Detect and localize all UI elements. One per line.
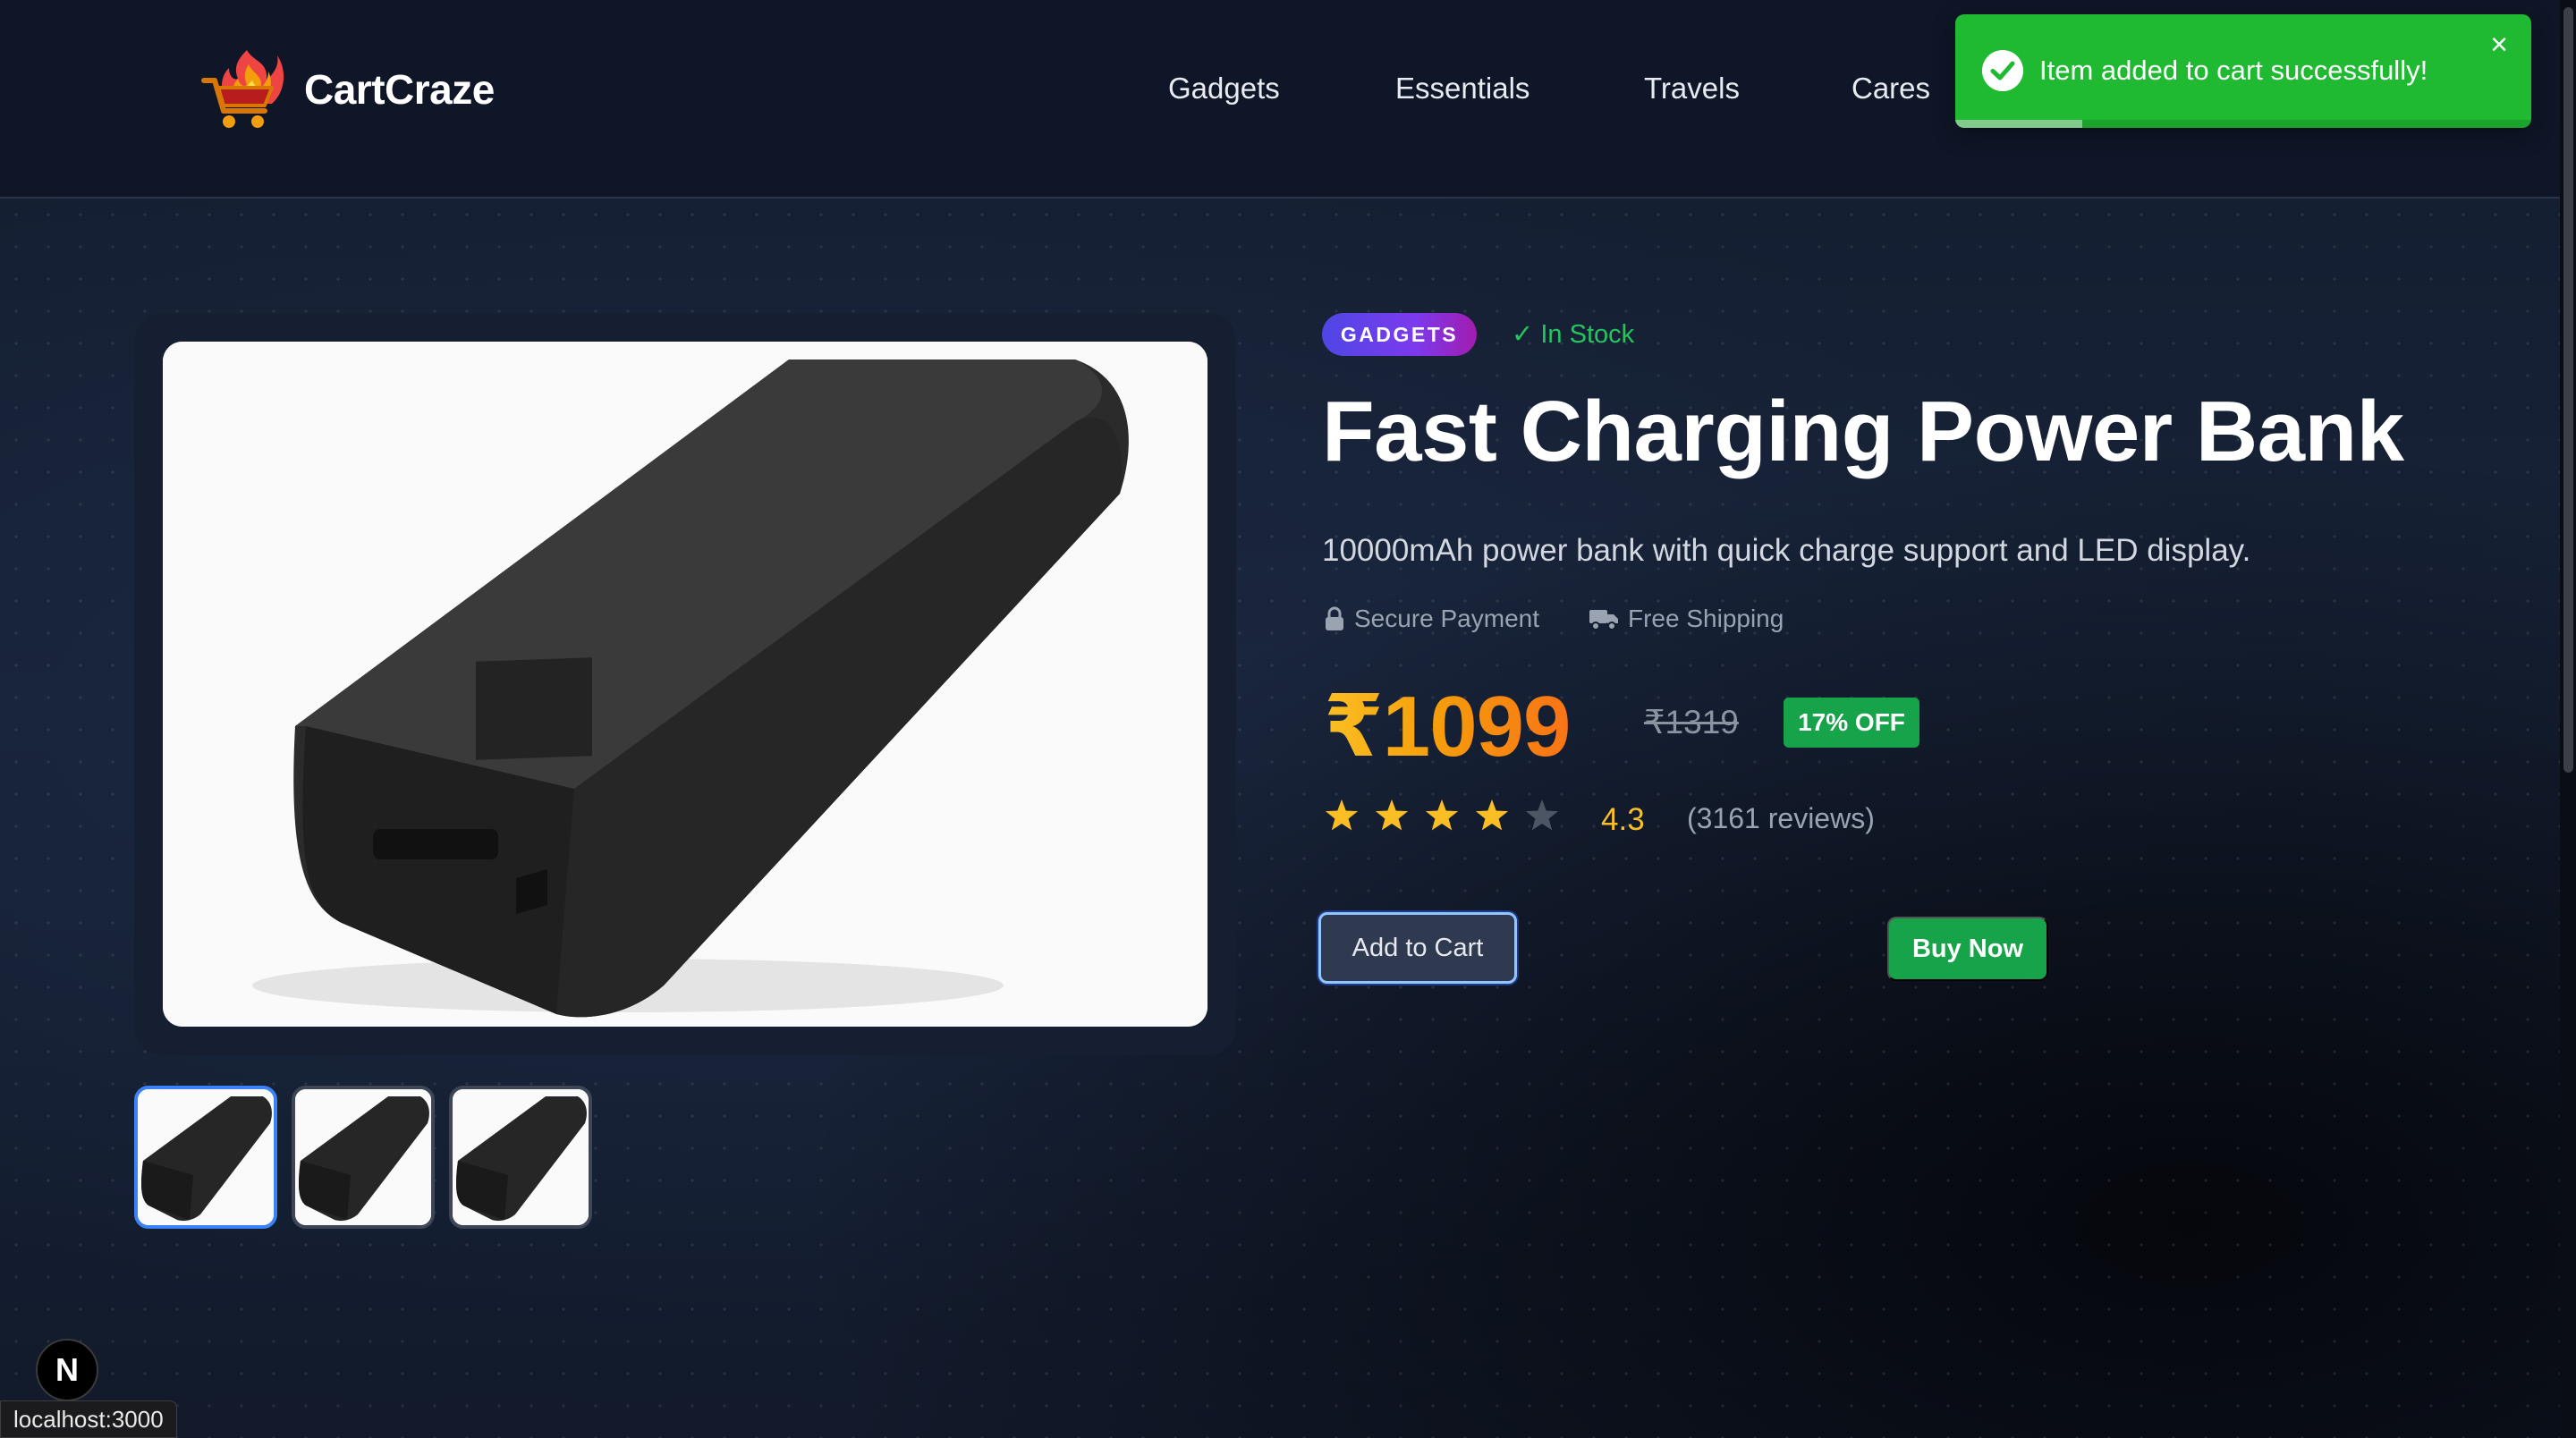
star-filled-icon xyxy=(1325,799,1359,831)
product-image-card xyxy=(134,313,1236,1055)
product-title: Fast Charging Power Bank xyxy=(1322,384,2404,479)
star-filled-icon xyxy=(1375,799,1409,831)
nav-item-essentials[interactable]: Essentials xyxy=(1395,72,1530,106)
cart-flame-logo-icon xyxy=(201,50,284,128)
star-empty-icon xyxy=(1525,799,1559,831)
free-shipping-info: Free Shipping xyxy=(1589,605,1784,633)
current-price: ₹1099 xyxy=(1324,676,1571,776)
thumbnail-1[interactable] xyxy=(134,1086,277,1229)
buy-now-button[interactable]: Buy Now xyxy=(1887,917,2048,981)
check-circle-icon xyxy=(1982,50,2023,91)
product-page: CartCraze Gadgets Essentials Travels Car… xyxy=(0,0,2576,1438)
discount-badge: 17% OFF xyxy=(1784,698,1919,748)
brand-logo[interactable]: CartCraze xyxy=(195,41,495,138)
thumbnail-3[interactable] xyxy=(449,1086,592,1229)
original-price: ₹1319 xyxy=(1644,704,1739,740)
stock-status: ✓ In Stock xyxy=(1512,320,1635,349)
toast-progress-track xyxy=(1955,120,2531,128)
add-to-cart-button[interactable]: Add to Cart xyxy=(1318,912,1517,984)
secure-payment-label: Secure Payment xyxy=(1354,605,1539,632)
star-filled-icon xyxy=(1475,799,1509,831)
thumbnail-image-3 xyxy=(453,1089,589,1225)
close-icon[interactable]: × xyxy=(2481,27,2517,63)
lock-icon xyxy=(1326,606,1343,630)
category-badge[interactable]: GADGETS xyxy=(1322,313,1477,356)
product-main-image[interactable] xyxy=(163,342,1208,1027)
rating-value: 4.3 xyxy=(1601,802,1645,837)
nav-item-travels[interactable]: Travels xyxy=(1644,72,1740,106)
thumbnail-image-1 xyxy=(138,1089,274,1225)
nav-item-gadgets[interactable]: Gadgets xyxy=(1168,72,1280,106)
power-bank-image xyxy=(163,342,1208,1027)
review-count[interactable]: (3161 reviews) xyxy=(1687,802,1875,835)
thumbnail-image-2 xyxy=(295,1089,431,1225)
toast-progress-bar xyxy=(1955,120,2082,128)
star-rating xyxy=(1325,799,1559,831)
free-shipping-label: Free Shipping xyxy=(1628,605,1784,632)
scrollbar-thumb[interactable] xyxy=(2563,7,2573,773)
thumbnail-2[interactable] xyxy=(292,1086,435,1229)
nextjs-dev-badge[interactable]: N xyxy=(36,1339,98,1401)
truck-icon xyxy=(1589,610,1618,630)
nav-item-cares[interactable]: Cares xyxy=(1852,72,1930,106)
star-filled-icon xyxy=(1425,799,1459,831)
product-description: 10000mAh power bank with quick charge su… xyxy=(1322,533,2251,568)
toast-message: Item added to cart successfully! xyxy=(2039,55,2428,86)
secure-payment-info: Secure Payment xyxy=(1324,605,1539,633)
brand-name: CartCraze xyxy=(304,66,495,113)
status-bar-url: localhost:3000 xyxy=(0,1400,177,1438)
success-toast: Item added to cart successfully! × xyxy=(1955,14,2531,128)
